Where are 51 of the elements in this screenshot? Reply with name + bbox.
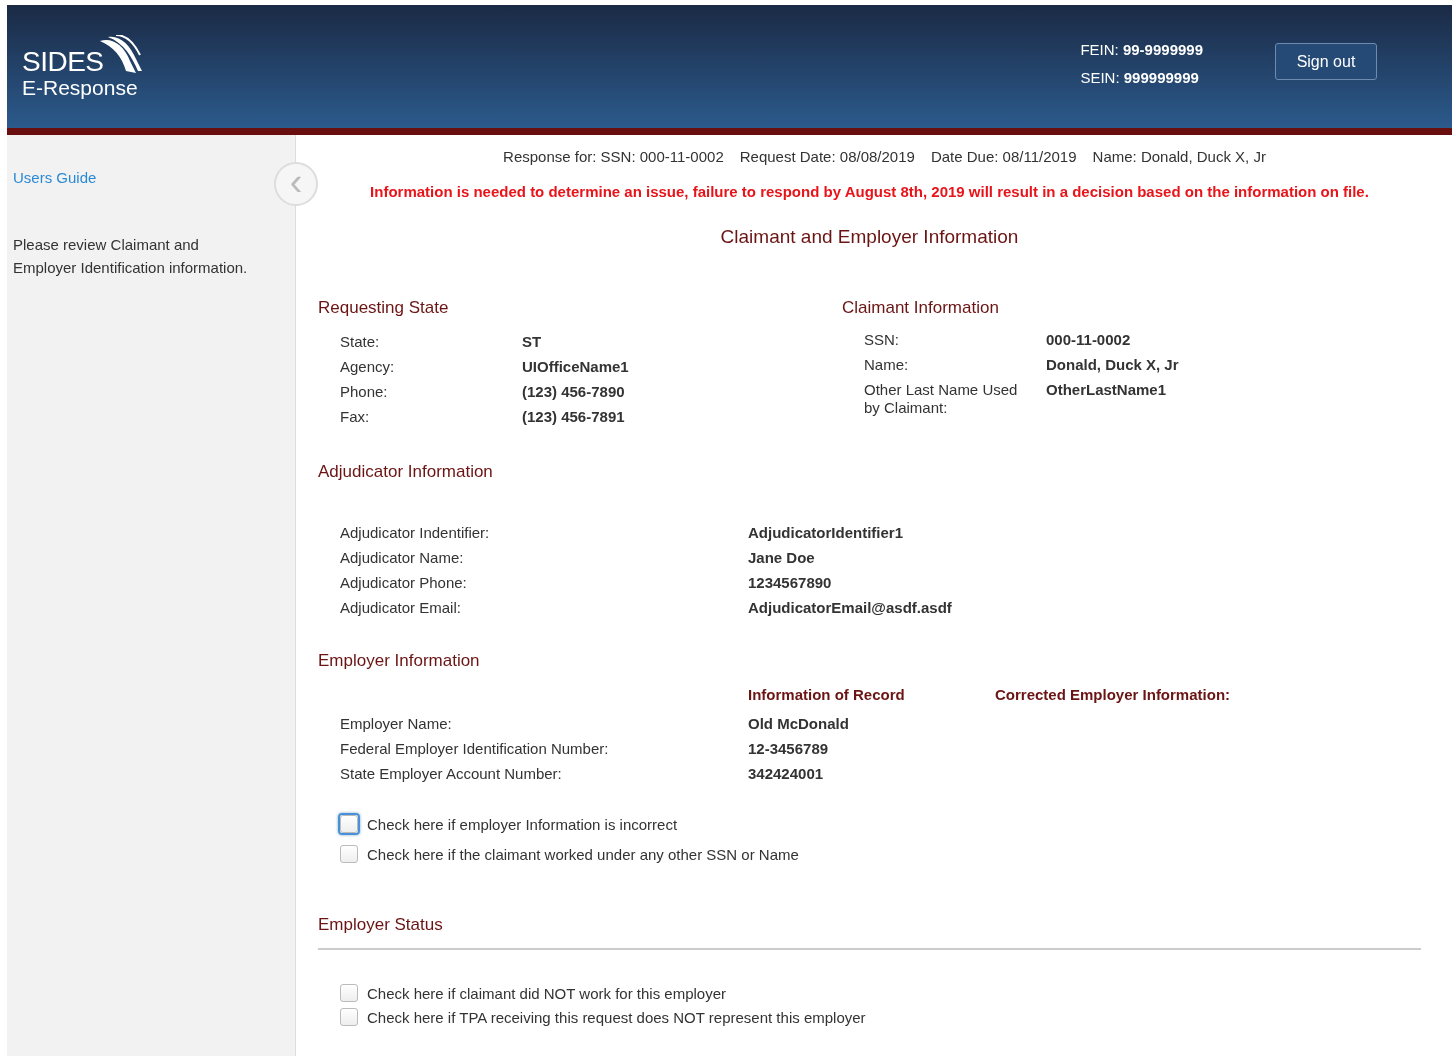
sein-text: SEIN: 999999999 — [1080, 68, 1200, 88]
field-value: Donald, Duck X, Jr — [1046, 356, 1180, 374]
field-value: 342424001 — [748, 764, 825, 784]
checkbox-label[interactable]: Check here if the claimant worked under any other SSN or Name — [367, 845, 799, 863]
field-value: AdjudicatorIdentifier1 — [748, 523, 905, 543]
checkbox-label[interactable]: Check here if claimant did NOT work for this employer — [367, 984, 727, 1002]
summary-text: Response for: SSN: 000-11-0002 — [503, 148, 724, 165]
field-value: (123) 456-7891 — [522, 407, 626, 427]
summary-text: Date Due: 08/11/2019 — [930, 148, 1077, 165]
field-label: State Employer Account Number: — [340, 764, 563, 784]
logo-subtitle: E-Response — [22, 76, 139, 99]
field-label: Federal Employer Identification Number: — [340, 739, 610, 759]
field-value: OtherLastName1 — [1046, 381, 1168, 400]
checkbox-label[interactable]: Check here if employer Information is incorrect — [367, 815, 678, 833]
summary-text: Request Date: 08/08/2019 — [739, 148, 915, 165]
field-label: SSN: — [864, 331, 900, 349]
field-label: State: — [340, 332, 381, 352]
field-value: Old McDonald — [748, 714, 850, 734]
warning-message: Information is needed to determine an issue, failure to respond by August 8th, 2019 will result in a decision based on the information on file. — [369, 183, 1370, 200]
field-value: Jane Doe — [748, 548, 816, 568]
section-heading: Adjudicator Information — [318, 462, 494, 482]
section-heading: Requesting State — [318, 298, 450, 318]
field-label: Name: — [864, 356, 910, 374]
field-value: 000-11-0002 — [1046, 331, 1132, 349]
logo-text: SIDES — [22, 46, 104, 77]
field-label: Fax: — [340, 407, 371, 427]
page-title: Claimant and Employer Information — [719, 226, 1020, 248]
section-heading: Claimant Information — [842, 298, 1000, 318]
column-heading: Corrected Employer Information: — [995, 685, 1232, 705]
field-label: Phone: — [340, 382, 389, 402]
field-label: Other Last Name Used by Claimant: — [864, 381, 1019, 417]
field-value: UIOfficeName1 — [522, 357, 630, 377]
section-heading: Employer Status — [318, 915, 444, 935]
sign-out-button[interactable]: Sign out — [1275, 43, 1377, 80]
fein-text: FEIN: 99-9999999 — [1080, 40, 1203, 60]
field-label: Adjudicator Indentifier: — [340, 523, 491, 543]
field-label: Employer Name: — [340, 714, 453, 734]
field-label: Adjudicator Name: — [340, 548, 465, 568]
field-value: 1234567890 — [748, 573, 833, 593]
checkbox-label[interactable]: Check here if TPA receiving this request does NOT represent this employer — [367, 1008, 866, 1026]
column-heading: Information of Record — [748, 685, 906, 705]
field-value: 12-3456789 — [748, 739, 830, 759]
field-label: Adjudicator Email: — [340, 598, 462, 618]
field-label: Adjudicator Phone: — [340, 573, 468, 593]
summary-text: Name: Donald, Duck X, Jr — [1092, 148, 1266, 165]
sidebar-note: Please review Claimant and Employer Identification information. — [13, 235, 248, 278]
field-label: Agency: — [340, 357, 396, 377]
field-value: AdjudicatorEmail@asdf.asdf — [748, 598, 953, 618]
field-value: (123) 456-7890 — [522, 382, 626, 402]
section-heading: Employer Information — [318, 651, 481, 671]
field-value: ST — [522, 332, 543, 352]
